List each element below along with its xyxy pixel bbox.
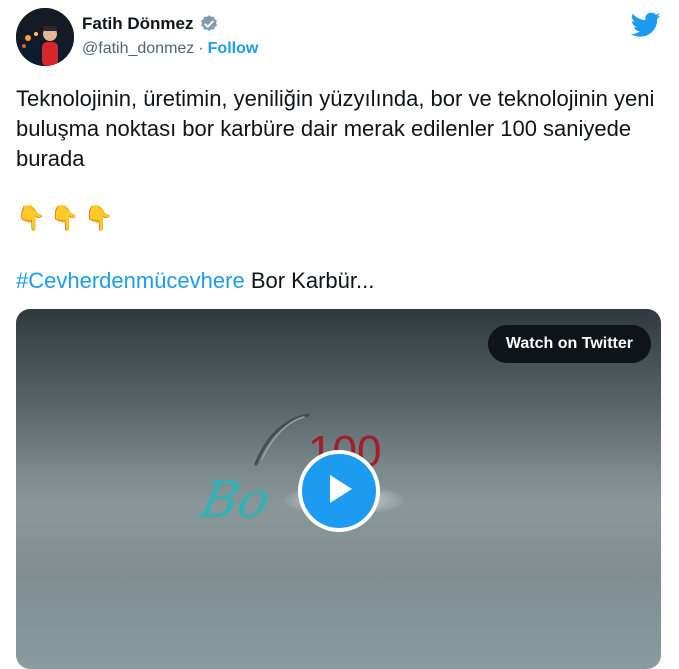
handle[interactable]: @fatih_donmez [82,40,194,58]
pointing-down-emojis: 👇👇👇 [16,205,118,232]
follow-button[interactable]: Follow [208,40,259,58]
tweet-text: Teknolojinin, üretimin, yeniliğin yüzyıl… [16,84,656,174]
tweet-header: Fatih Dönmez @fatih_donmez · Follow [16,8,663,70]
avatar[interactable] [16,8,74,66]
play-button[interactable] [298,450,380,532]
hashtag-tail: Bor Karbür... [244,268,375,293]
verified-badge-icon [199,14,219,34]
hashtag-line: #Cevherdenmücevhere Bor Karbür... [16,266,374,296]
play-icon [324,472,354,511]
video-player[interactable]: Bo 100 Watch on Twitter [16,309,661,669]
twitter-bird-icon[interactable] [630,12,661,38]
hashtag-link[interactable]: #Cevherdenmücevhere [16,268,245,293]
tweet-body: Teknolojinin, üretimin, yeniliğin yüzyıl… [16,86,655,171]
display-name[interactable]: Fatih Dönmez [82,14,193,34]
separator: · [198,40,204,57]
watch-on-twitter-button[interactable]: Watch on Twitter [487,325,651,363]
video-logo-text: Bo [195,471,276,529]
